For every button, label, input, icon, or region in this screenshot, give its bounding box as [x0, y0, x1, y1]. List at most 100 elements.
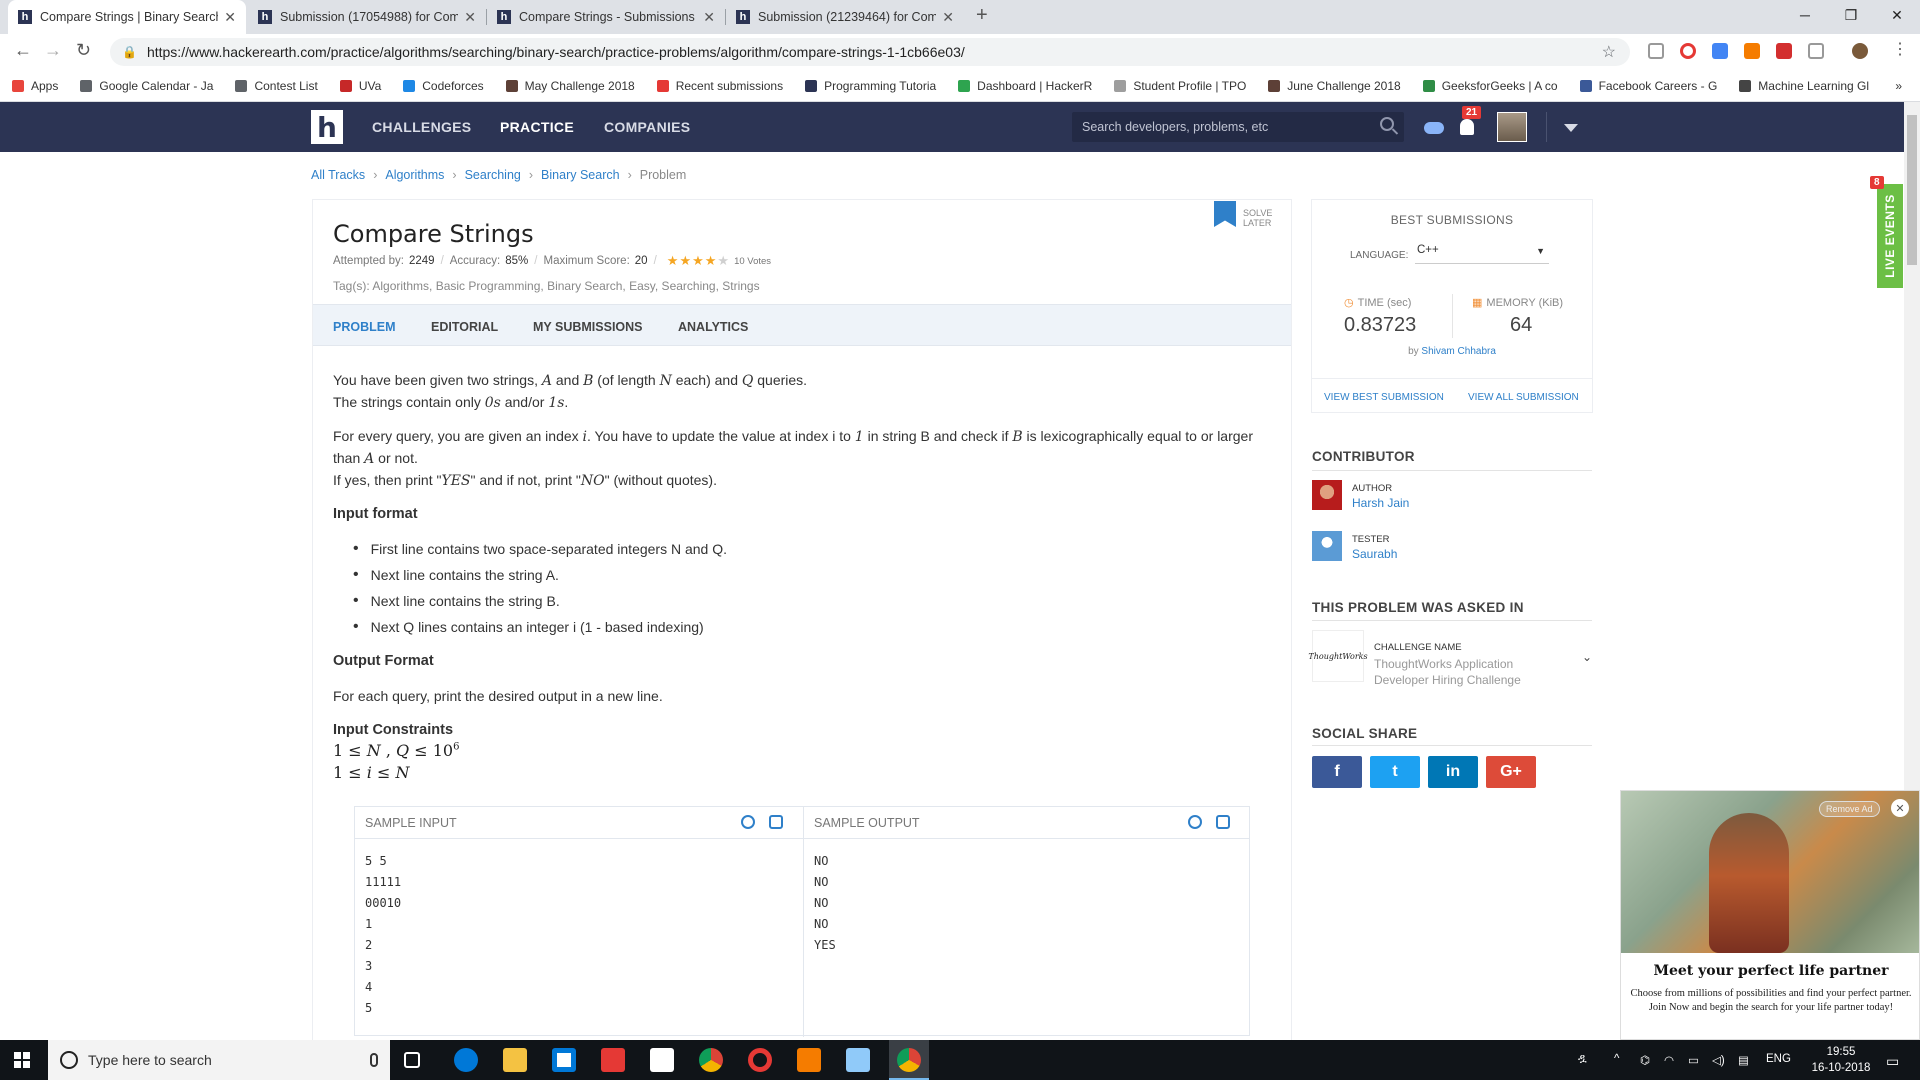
- googleplus-share-button[interactable]: G+: [1486, 756, 1536, 788]
- tray-expand-icon[interactable]: ^: [1614, 1053, 1619, 1065]
- remove-ad-button[interactable]: Remove Ad: [1819, 801, 1880, 817]
- windows-start-icon[interactable]: [14, 1052, 30, 1068]
- close-window-icon[interactable]: ✕: [1874, 0, 1920, 30]
- browser-tab[interactable]: h Compare Strings - Submissions | ✕: [487, 0, 725, 34]
- bookmark-item[interactable]: May Challenge 2018: [505, 79, 635, 93]
- restore-window-icon[interactable]: ❐: [1828, 0, 1874, 30]
- browser-tab-active[interactable]: h Compare Strings | Binary Search ✕: [8, 0, 246, 34]
- breadcrumb-searching[interactable]: Searching: [465, 168, 521, 182]
- notes-icon[interactable]: [846, 1048, 870, 1072]
- gift-app-icon[interactable]: [601, 1048, 625, 1072]
- star-icon[interactable]: ★: [705, 253, 718, 268]
- more-bookmarks-icon[interactable]: »: [1895, 79, 1902, 93]
- solve-later-label[interactable]: SOLVE LATER: [1243, 208, 1283, 228]
- breadcrumb-all-tracks[interactable]: All Tracks: [311, 168, 365, 182]
- rating-stars[interactable]: ★★★★★: [667, 253, 730, 269]
- nav-companies[interactable]: COMPANIES: [604, 119, 690, 135]
- user-menu-caret-icon[interactable]: [1564, 124, 1578, 132]
- live-events-tab[interactable]: LIVE EVENTS: [1877, 184, 1903, 288]
- keyboard-icon[interactable]: ▤: [1738, 1053, 1749, 1067]
- copy-icon[interactable]: [1216, 815, 1230, 829]
- chevron-down-icon[interactable]: ⌄: [1582, 650, 1592, 664]
- tab-editorial[interactable]: EDITORIAL: [431, 320, 498, 334]
- linkedin-share-button[interactable]: in: [1428, 756, 1478, 788]
- best-author-link[interactable]: Shivam Chhabra: [1421, 346, 1495, 357]
- search-icon[interactable]: [1380, 117, 1394, 131]
- new-tab-icon[interactable]: +: [976, 4, 988, 27]
- profile-avatar-icon[interactable]: [1852, 43, 1868, 59]
- bookmark-item[interactable]: Machine Learning Gl: [1739, 79, 1869, 93]
- facebook-share-button[interactable]: f: [1312, 756, 1362, 788]
- chrome-icon[interactable]: [699, 1048, 723, 1072]
- close-tab-icon[interactable]: ✕: [703, 9, 715, 26]
- bookmark-item[interactable]: Programming Tutoria: [805, 79, 936, 93]
- bookmark-icon[interactable]: [1214, 201, 1236, 227]
- bookmark-item[interactable]: Facebook Careers - G: [1579, 79, 1717, 93]
- close-ad-icon[interactable]: ✕: [1891, 799, 1909, 817]
- copy-icon[interactable]: [769, 815, 783, 829]
- bookmark-item[interactable]: June Challenge 2018: [1268, 79, 1401, 93]
- browser-tab[interactable]: h Submission (17054988) for Comp ✕: [248, 0, 486, 34]
- author-name[interactable]: Harsh Jain: [1352, 496, 1409, 510]
- star-icon[interactable]: ★: [692, 253, 705, 268]
- extension-icon[interactable]: [1808, 43, 1824, 59]
- wifi-icon[interactable]: ◠: [1664, 1053, 1674, 1067]
- link-icon[interactable]: [741, 815, 755, 829]
- close-tab-icon[interactable]: ✕: [942, 9, 954, 26]
- link-icon[interactable]: [1188, 815, 1202, 829]
- mail-icon[interactable]: [650, 1048, 674, 1072]
- view-best-submission-link[interactable]: VIEW BEST SUBMISSION: [1324, 392, 1444, 403]
- browser-tab[interactable]: h Submission (21239464) for Comp ✕: [726, 0, 964, 34]
- adblock-extension-icon[interactable]: [1776, 43, 1792, 59]
- site-search-input[interactable]: Search developers, problems, etc: [1072, 112, 1404, 142]
- network-icon[interactable]: ⌬: [1640, 1053, 1650, 1067]
- breadcrumb-binary-search[interactable]: Binary Search: [541, 168, 620, 182]
- bookmark-item[interactable]: Recent submissions: [656, 79, 783, 93]
- tab-analytics[interactable]: ANALYTICS: [678, 320, 748, 334]
- bookmark-star-icon[interactable]: ☆: [1602, 42, 1616, 62]
- battery-icon[interactable]: ▭: [1688, 1053, 1699, 1067]
- shield-extension-icon[interactable]: [1648, 43, 1664, 59]
- challenge-name[interactable]: ThoughtWorks Application Developer Hirin…: [1374, 656, 1544, 688]
- star-icon[interactable]: ★: [679, 253, 692, 268]
- address-bar[interactable]: 🔒 https://www.hackerearth.com/practice/a…: [110, 38, 1630, 66]
- close-tab-icon[interactable]: ✕: [464, 9, 476, 26]
- user-avatar[interactable]: [1497, 112, 1527, 142]
- advertisement[interactable]: Remove Ad ✕ Meet your perfect life partn…: [1620, 790, 1920, 1040]
- bookmark-item[interactable]: UVa: [339, 79, 381, 93]
- notification-bell-icon[interactable]: [1460, 119, 1474, 135]
- tester-name[interactable]: Saurabh: [1352, 547, 1397, 561]
- language-indicator[interactable]: ENG: [1766, 1053, 1791, 1065]
- task-view-icon[interactable]: [404, 1052, 420, 1068]
- translate-extension-icon[interactable]: [1712, 43, 1728, 59]
- tab-problem[interactable]: PROBLEM: [333, 320, 396, 334]
- author-avatar[interactable]: [1312, 480, 1342, 510]
- chrome-active-icon[interactable]: [897, 1048, 921, 1072]
- taskbar-clock[interactable]: 19:55 16-10-2018: [1806, 1044, 1876, 1076]
- view-all-submission-link[interactable]: VIEW ALL SUBMISSION: [1468, 392, 1579, 403]
- notifications-icon[interactable]: ▭: [1886, 1053, 1899, 1070]
- bookmark-item[interactable]: Student Profile | TPO: [1114, 79, 1246, 93]
- language-select[interactable]: C++: [1415, 244, 1549, 264]
- store-icon[interactable]: [552, 1048, 576, 1072]
- opera-icon[interactable]: [748, 1048, 772, 1072]
- star-icon[interactable]: ★: [667, 253, 680, 268]
- tab-my-submissions[interactable]: MY SUBMISSIONS: [533, 320, 643, 334]
- scrollbar-thumb[interactable]: [1907, 115, 1917, 265]
- nav-challenges[interactable]: CHALLENGES: [372, 119, 471, 135]
- file-explorer-icon[interactable]: [503, 1048, 527, 1072]
- cloud-icon[interactable]: [1424, 122, 1444, 134]
- bookmark-item[interactable]: Google Calendar - Ja: [80, 79, 213, 93]
- forward-icon[interactable]: →: [44, 40, 62, 61]
- bookmark-item[interactable]: GeeksforGeeks | A co: [1422, 79, 1558, 93]
- office-extension-icon[interactable]: [1744, 43, 1760, 59]
- edge-icon[interactable]: [454, 1048, 478, 1072]
- people-icon[interactable]: ዷ: [1578, 1053, 1587, 1066]
- nav-practice[interactable]: PRACTICE: [500, 119, 574, 135]
- minimize-window-icon[interactable]: ─: [1782, 0, 1828, 30]
- twitter-share-button[interactable]: t: [1370, 756, 1420, 788]
- microphone-icon[interactable]: [370, 1053, 378, 1067]
- taskbar-search-input[interactable]: Type here to search: [48, 1040, 390, 1080]
- menu-kebab-icon[interactable]: ⋮: [1892, 39, 1908, 59]
- bookmark-item[interactable]: Dashboard | HackerR: [958, 79, 1092, 93]
